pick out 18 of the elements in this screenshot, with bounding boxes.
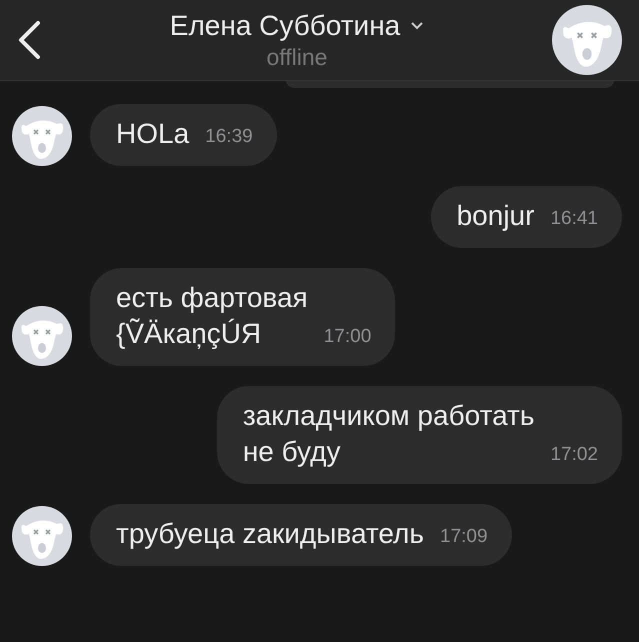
avatar-icon (12, 306, 72, 366)
message-time: 17:00 (324, 326, 372, 348)
contact-status: offline (266, 44, 328, 70)
message-text: HOLa (116, 117, 190, 151)
avatar-icon (12, 106, 72, 166)
chevron-down-icon[interactable] (410, 20, 424, 30)
message-text: трубуеца zaкидыватель (116, 517, 424, 551)
message-time: 17:09 (440, 526, 488, 548)
back-icon[interactable] (16, 20, 42, 60)
message-text: закладчиком работать не буду (242, 399, 534, 469)
message-time: 17:02 (550, 444, 598, 466)
avatar-icon (552, 5, 622, 75)
avatar-icon (12, 506, 72, 566)
message-text: bonjur (456, 199, 534, 233)
message-time: 16:41 (550, 208, 598, 230)
message-time: 16:39 (205, 126, 253, 148)
contact-name[interactable]: Елена Субботина (170, 10, 400, 42)
message-text: есть фартовая {ṼÄкаņçÚЯ (116, 281, 308, 351)
